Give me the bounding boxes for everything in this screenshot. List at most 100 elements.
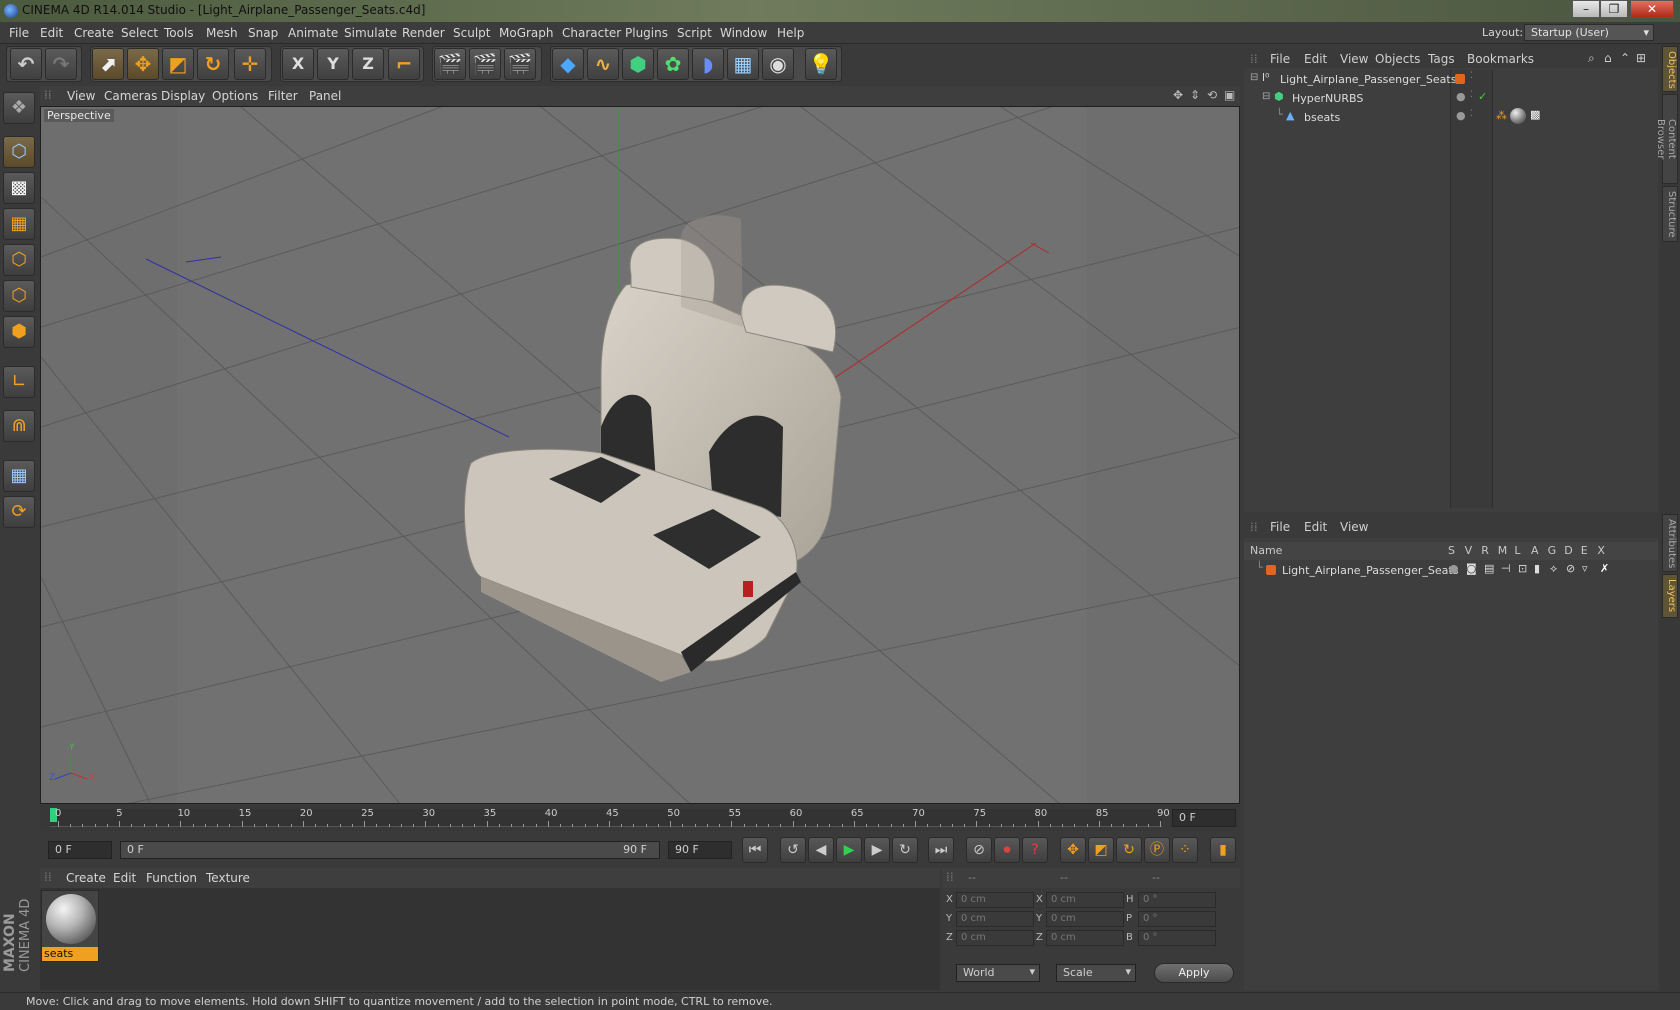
z-axis-lock-button[interactable]: Z	[352, 48, 384, 80]
layer-manager-icon[interactable]: ⊣	[1501, 562, 1511, 575]
viewport-menu-cameras[interactable]: Cameras	[104, 89, 157, 103]
snapping-button[interactable]: ▦	[3, 460, 35, 492]
object-menu-edit[interactable]: Edit	[1304, 52, 1327, 66]
close-button[interactable]: ✕	[1630, 0, 1674, 18]
add-deformer-button[interactable]: ◗	[692, 48, 724, 80]
coord-size-field[interactable]: 0 cm	[1046, 911, 1124, 927]
menu-render[interactable]: Render	[402, 26, 445, 40]
coord-mode-scale-select[interactable]: Scale ▾	[1056, 964, 1136, 982]
render-settings-button[interactable]: 🎬	[504, 48, 536, 80]
uvw-tag-icon[interactable]: ▩	[1530, 108, 1540, 121]
menu-file[interactable]: File	[9, 26, 29, 40]
record-active-objects-button[interactable]: ⊘	[966, 837, 992, 863]
menu-animate[interactable]: Animate	[288, 26, 338, 40]
layout-select[interactable]: Startup (User) ▾	[1524, 24, 1654, 41]
add-spline-button[interactable]: ∿	[587, 48, 619, 80]
coord-size-field[interactable]: 0 cm	[1046, 930, 1124, 946]
viewport-menu-filter[interactable]: Filter	[268, 89, 298, 103]
point-level-animation-button[interactable]: ⁘	[1172, 837, 1198, 863]
parameter-key-button[interactable]: Ⓟ	[1144, 837, 1170, 863]
up-arrow-icon[interactable]: ⌃	[1620, 51, 1630, 65]
viewport-maximize-icon[interactable]: ▣	[1224, 88, 1235, 102]
layer-menu-view[interactable]: View	[1340, 520, 1368, 534]
menu-sculpt[interactable]: Sculpt	[453, 26, 490, 40]
autokeying-button[interactable]: ⏺	[994, 837, 1020, 863]
collapse-icon[interactable]: ⊟	[1250, 72, 1258, 83]
viewport-zoom-icon[interactable]: ⇕	[1190, 88, 1200, 102]
coord-rotation-field[interactable]: 0 °	[1138, 892, 1216, 908]
tab-content-browser[interactable]: Content Browser	[1655, 94, 1678, 184]
rotate-tool-button[interactable]: ↻	[197, 48, 229, 80]
live-selection-button[interactable]: ⬈	[92, 48, 124, 80]
previous-frame-button[interactable]: ◀	[808, 837, 834, 863]
layer-generators-icon[interactable]: ⟡	[1550, 562, 1557, 576]
menu-simulate[interactable]: Simulate	[344, 26, 397, 40]
menu-window[interactable]: Window	[720, 26, 767, 40]
go-to-start-button[interactable]: ⏮	[742, 837, 768, 863]
texture-mode-button[interactable]: ▩	[3, 172, 35, 204]
menu-script[interactable]: Script	[677, 26, 712, 40]
axis-mode-button[interactable]: ∟	[3, 366, 35, 398]
undo-button[interactable]: ↶	[10, 48, 42, 80]
coordinate-system-button[interactable]: ⌐	[388, 48, 420, 80]
coord-rotation-field[interactable]: 0 °	[1138, 930, 1216, 946]
coord-size-field[interactable]: 0 cm	[1046, 892, 1124, 908]
menu-help[interactable]: Help	[777, 26, 804, 40]
viewport-menu-options[interactable]: Options	[212, 89, 258, 103]
y-axis-lock-button[interactable]: Y	[317, 48, 349, 80]
menu-character[interactable]: Character	[562, 26, 621, 40]
scale-tool-button[interactable]: ◩	[162, 48, 194, 80]
layer-visible-icon[interactable]: ◙	[1466, 562, 1477, 575]
keyframe-selection-button[interactable]: ?	[1022, 837, 1048, 863]
object-menu-file[interactable]: File	[1270, 52, 1290, 66]
object-row-bseats[interactable]: └ ▲ bseats ● ⁚ ⁂ ▩	[1244, 108, 1658, 127]
timeline-ruler[interactable]: 0 5 10 15 20 25 30 35 40 45 50 55 60 65 70 75 80 85 90 0 F	[40, 805, 1240, 831]
visibility-dots-icon[interactable]: ⁚	[1470, 71, 1473, 81]
viewport-grip-icon[interactable]: ⁞⁞	[44, 88, 52, 102]
viewport-move-icon[interactable]: ✥	[1173, 88, 1183, 102]
move-tool-button[interactable]: ✥	[127, 48, 159, 80]
menu-mesh[interactable]: Mesh	[206, 26, 238, 40]
render-view-button[interactable]: 🎬	[434, 48, 466, 80]
coord-position-field[interactable]: 0 cm	[956, 911, 1034, 927]
coord-position-field[interactable]: 0 cm	[956, 892, 1034, 908]
redo-button[interactable]: ↷	[45, 48, 77, 80]
material-grip-icon[interactable]: ⁞⁞	[44, 870, 52, 884]
tab-attributes[interactable]: Attributes	[1662, 514, 1678, 572]
material-menu-edit[interactable]: Edit	[113, 871, 136, 885]
visibility-dot-icon[interactable]: ●	[1456, 90, 1466, 103]
menu-edit[interactable]: Edit	[40, 26, 63, 40]
menu-tools[interactable]: Tools	[164, 26, 194, 40]
viewport-menu-display[interactable]: Display	[161, 89, 205, 103]
object-row-hypernurbs[interactable]: ⊟ ⬢ HyperNURBS ● ⁚ ✓	[1244, 89, 1658, 108]
collapse-icon[interactable]: ⊟	[1262, 91, 1270, 102]
rotation-key-button[interactable]: ↻	[1116, 837, 1142, 863]
layer-color-swatch[interactable]	[1266, 565, 1276, 575]
apply-button[interactable]: Apply	[1154, 963, 1234, 983]
visibility-dot-icon[interactable]: ●	[1456, 109, 1466, 122]
material-menu-create[interactable]: Create	[66, 871, 106, 885]
viewport-menu-panel[interactable]: Panel	[309, 89, 341, 103]
tab-layers[interactable]: Layers	[1662, 574, 1678, 618]
3d-viewport[interactable]: Perspective Y Z X	[40, 106, 1240, 804]
add-floor-button[interactable]: ▦	[727, 48, 759, 80]
tab-objects[interactable]: Objects	[1662, 46, 1678, 92]
object-grip-icon[interactable]: ⁞⁞	[1250, 52, 1258, 66]
layer-locked-icon[interactable]: ⊡	[1518, 562, 1527, 575]
object-menu-bookmarks[interactable]: Bookmarks	[1467, 52, 1534, 66]
coord-position-field[interactable]: 0 cm	[956, 930, 1034, 946]
object-row-root[interactable]: ⊟ ⅼ⁰ Light_Airplane_Passenger_Seats ⁚	[1244, 70, 1658, 89]
edges-mode-button[interactable]: ⬡	[3, 280, 35, 312]
previous-key-button[interactable]: ↺	[780, 837, 806, 863]
layer-deformers-icon[interactable]: ⊘	[1566, 562, 1575, 575]
add-nurbs-button[interactable]: ⬢	[622, 48, 654, 80]
menu-plugins[interactable]: Plugins	[625, 26, 668, 40]
menu-select[interactable]: Select	[121, 26, 158, 40]
locked-workplane-button[interactable]: ⟳	[3, 496, 35, 528]
new-view-icon[interactable]: ⊞	[1636, 51, 1646, 65]
layer-menu-file[interactable]: File	[1270, 520, 1290, 534]
object-menu-objects[interactable]: Objects	[1375, 52, 1420, 66]
tweak-mode-button[interactable]: ⋒	[3, 410, 35, 442]
object-menu-tags[interactable]: Tags	[1428, 52, 1455, 66]
add-light-button[interactable]: 💡	[805, 48, 837, 80]
